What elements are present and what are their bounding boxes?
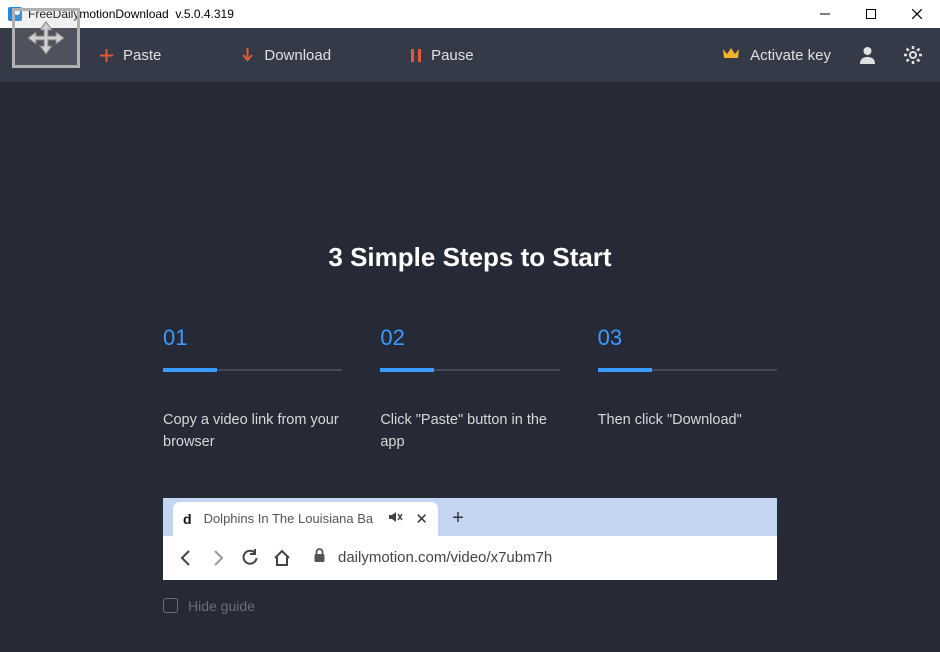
step-text: Then click "Download" <box>598 409 777 431</box>
activate-label: Activate key <box>750 47 831 64</box>
step-progress-line <box>598 369 777 371</box>
step-number: 02 <box>380 325 559 351</box>
toolbar: Paste Download Pause Activate key <box>0 28 940 82</box>
checkbox-icon <box>163 598 178 613</box>
nav-reload-icon <box>241 549 259 567</box>
url-display: dailymotion.com/video/x7ubm7h <box>313 548 763 567</box>
download-arrow-icon <box>241 48 254 62</box>
main-content: 3 Simple Steps to Start 01 Copy a video … <box>0 82 940 614</box>
close-button[interactable] <box>894 0 940 28</box>
settings-gear-icon[interactable] <box>904 46 922 64</box>
user-icon[interactable] <box>859 46 876 64</box>
crown-icon <box>722 46 740 64</box>
hide-guide-checkbox[interactable]: Hide guide <box>163 598 777 614</box>
titlebar-title: FreeDailymotionDownload v.5.0.4.319 <box>28 7 802 21</box>
url-text: dailymotion.com/video/x7ubm7h <box>338 549 552 566</box>
step-number: 01 <box>163 325 342 351</box>
step-1: 01 Copy a video link from your browser <box>163 325 342 454</box>
tab-title: Dolphins In The Louisiana Ba <box>204 511 384 526</box>
maximize-button[interactable] <box>848 0 894 28</box>
activate-key-button[interactable]: Activate key <box>722 46 831 64</box>
tab-mute-icon <box>389 511 403 526</box>
step-text: Copy a video link from your browser <box>163 409 342 454</box>
page-heading: 3 Simple Steps to Start <box>328 242 611 273</box>
window-controls <box>802 0 940 28</box>
nav-home-icon <box>273 549 291 567</box>
step-text: Click "Paste" button in the app <box>380 409 559 454</box>
nav-back-icon <box>177 549 195 567</box>
new-tab-icon: + <box>442 502 474 536</box>
tab-favicon: d <box>183 511 192 527</box>
lock-icon <box>313 548 326 567</box>
plus-icon <box>100 49 113 62</box>
download-label: Download <box>264 47 331 64</box>
nav-forward-icon <box>209 549 227 567</box>
pause-label: Pause <box>431 47 474 64</box>
steps-row: 01 Copy a video link from your browser 0… <box>163 325 777 454</box>
step-2: 02 Click "Paste" button in the app <box>380 325 559 454</box>
step-progress-line <box>380 369 559 371</box>
tab-close-icon: ✕ <box>415 510 428 528</box>
pause-button[interactable]: Pause <box>411 47 474 64</box>
step-3: 03 Then click "Download" <box>598 325 777 454</box>
browser-tab: d Dolphins In The Louisiana Ba ✕ <box>173 502 438 536</box>
pause-icon <box>411 49 421 62</box>
paste-button[interactable]: Paste <box>100 47 161 64</box>
hide-guide-label: Hide guide <box>188 598 255 614</box>
step-progress-line <box>163 369 342 371</box>
step-number: 03 <box>598 325 777 351</box>
titlebar: FreeDailymotionDownload v.5.0.4.319 <box>0 0 940 28</box>
download-button[interactable]: Download <box>241 47 331 64</box>
minimize-button[interactable] <box>802 0 848 28</box>
paste-label: Paste <box>123 47 161 64</box>
browser-mockup: d Dolphins In The Louisiana Ba ✕ + <box>163 498 777 580</box>
move-overlay-icon <box>12 8 80 68</box>
browser-tabstrip: d Dolphins In The Louisiana Ba ✕ + <box>163 498 777 536</box>
browser-address-bar: dailymotion.com/video/x7ubm7h <box>163 536 777 580</box>
